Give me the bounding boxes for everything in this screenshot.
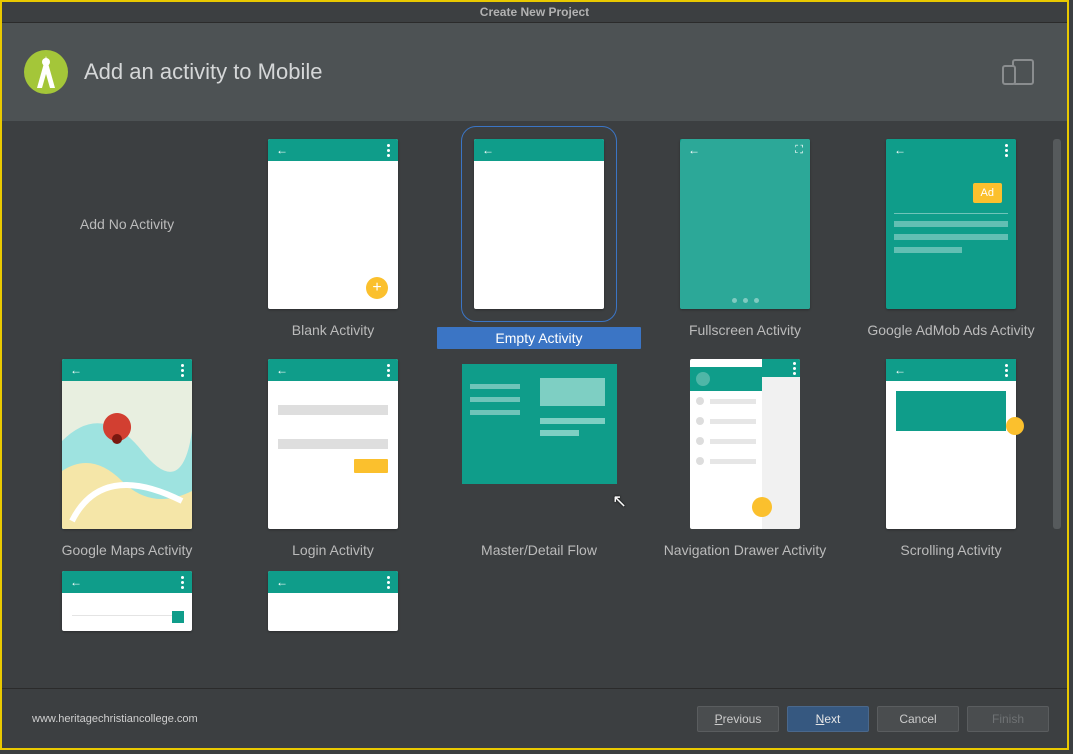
back-arrow-icon: ← (276, 363, 288, 377)
previous-button[interactable]: Previous (697, 706, 779, 732)
ad-badge: Ad (973, 183, 1002, 203)
template-scrolling[interactable]: ← Scrolling Activity (856, 359, 1046, 561)
back-arrow-icon: ← (482, 143, 494, 157)
template-label: Fullscreen Activity (650, 319, 840, 341)
watermark-text: www.heritagechristiancollege.com (32, 713, 198, 725)
back-arrow-icon: ← (894, 143, 906, 157)
fab-icon: + (366, 277, 388, 299)
template-label: Empty Activity (437, 327, 641, 349)
page-title: Add an activity to Mobile (84, 59, 322, 85)
template-label: Google AdMob Ads Activity (856, 319, 1046, 341)
overflow-menu-icon (387, 144, 390, 157)
template-label: Login Activity (238, 539, 428, 561)
template-tabbed[interactable]: ← (238, 571, 428, 651)
wizard-window: Create New Project Add an activity to Mo… (0, 0, 1069, 750)
overflow-menu-icon (387, 364, 390, 377)
map-preview-icon (62, 381, 192, 529)
template-label: Master/Detail Flow (444, 539, 634, 561)
template-label: Blank Activity (238, 319, 428, 341)
window-title: Create New Project (2, 2, 1067, 23)
back-arrow-icon: ← (276, 575, 288, 589)
scrollbar[interactable] (1053, 139, 1061, 529)
template-label (32, 319, 222, 341)
back-arrow-icon: ← (70, 575, 82, 589)
fab-icon (1006, 417, 1024, 435)
template-settings[interactable]: ← (32, 571, 222, 651)
back-arrow-icon: ← (276, 143, 288, 157)
template-label: Navigation Drawer Activity (650, 539, 840, 561)
next-button[interactable]: Next (787, 706, 869, 732)
overflow-menu-icon (793, 362, 796, 375)
template-blank[interactable]: ← + Blank Activity (238, 139, 428, 349)
overflow-menu-icon (1005, 364, 1008, 377)
template-maps[interactable]: ← Google Maps Activity (32, 359, 222, 561)
template-label: Google Maps Activity (32, 539, 222, 561)
finish-button: Finish (967, 706, 1049, 732)
cancel-button[interactable]: Cancel (877, 706, 959, 732)
template-no-activity[interactable]: Add No Activity (32, 139, 222, 349)
template-admob[interactable]: ← Ad Google AdMob Ads Activity (856, 139, 1046, 349)
template-nav-drawer[interactable]: Navigation Drawer Activity (650, 359, 840, 561)
android-studio-logo-icon (22, 48, 70, 96)
overflow-menu-icon (1005, 144, 1008, 157)
wizard-footer: www.heritagechristiancollege.com Previou… (2, 688, 1067, 748)
overflow-menu-icon (387, 576, 390, 589)
back-arrow-icon: ← (70, 363, 82, 377)
template-gallery: Add No Activity ← + Blank Activity ← Emp… (2, 121, 1067, 661)
wizard-header: Add an activity to Mobile (2, 23, 1067, 121)
overflow-menu-icon (181, 576, 184, 589)
overflow-menu-icon (181, 364, 184, 377)
template-login[interactable]: ← Login Activity (238, 359, 428, 561)
template-label: Scrolling Activity (856, 539, 1046, 561)
template-empty[interactable]: ← Empty Activity (444, 139, 634, 349)
form-factor-icon (999, 58, 1047, 86)
template-fullscreen[interactable]: ←⛶ Fullscreen Activity (650, 139, 840, 349)
template-master-detail[interactable]: Master/Detail Flow (444, 359, 634, 561)
back-arrow-icon: ← (894, 363, 906, 377)
